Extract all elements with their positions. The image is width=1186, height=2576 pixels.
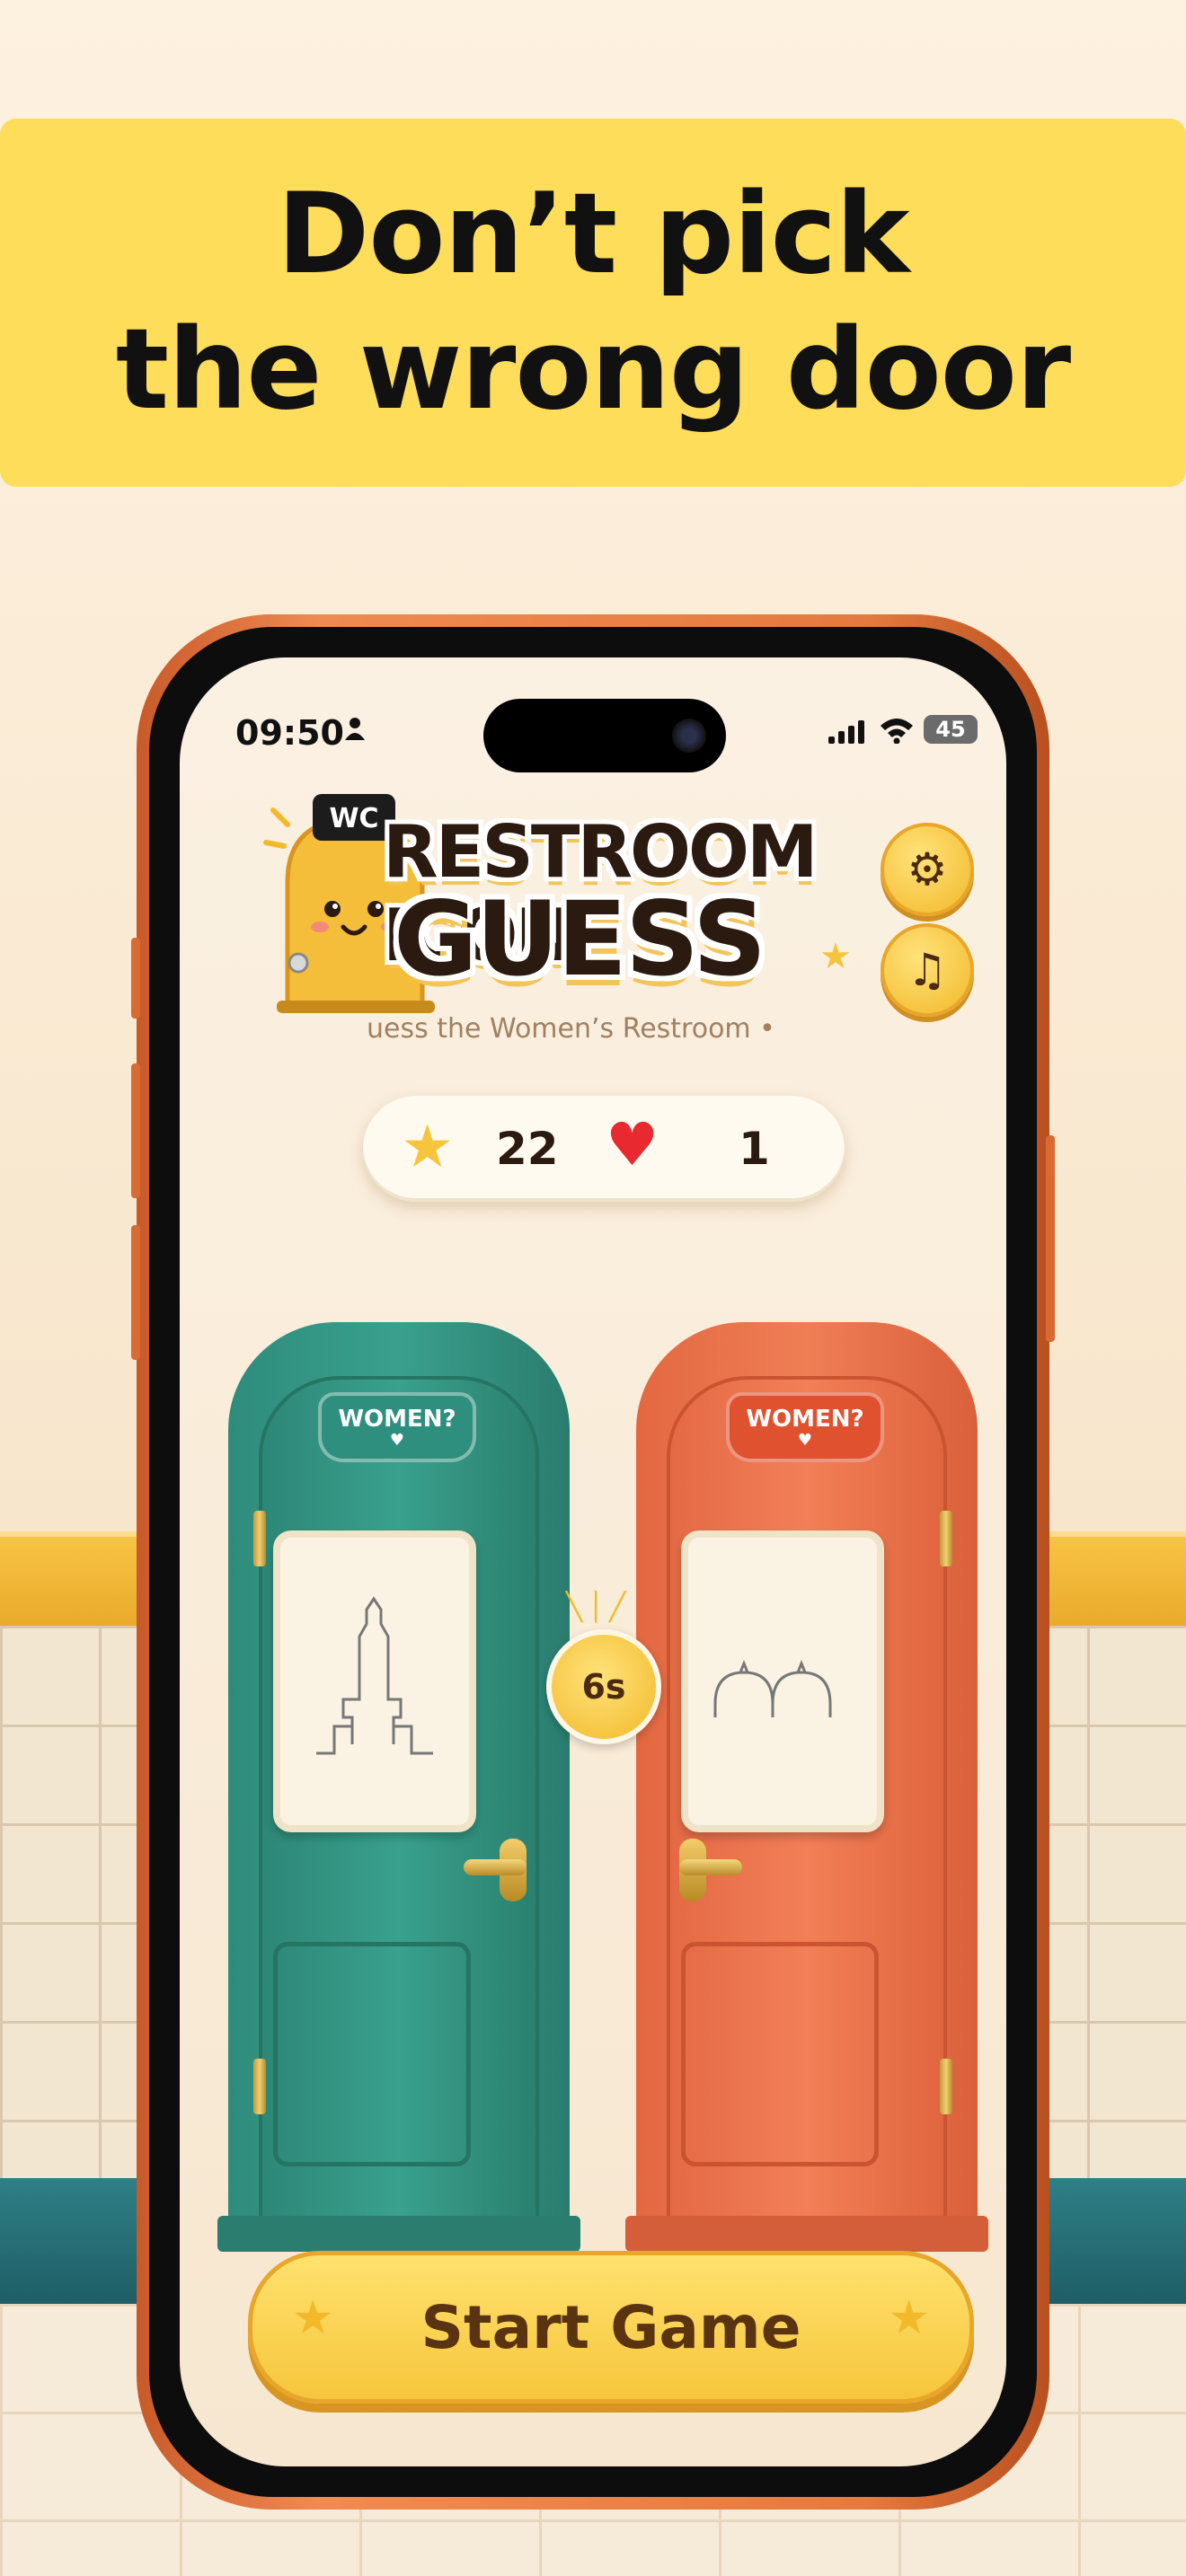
gear-icon: ⚙: [907, 843, 948, 895]
camera-icon: [672, 719, 706, 753]
door-right-handle-bar: [679, 1859, 742, 1875]
door-right-hinge-bottom: [940, 2059, 952, 2114]
timer-rays-icon: ╲│╱: [566, 1592, 632, 1623]
music-note-icon: ♫: [907, 944, 948, 996]
stats-bar: ★ 22 ♥ 1: [363, 1096, 845, 1202]
settings-button[interactable]: ⚙: [881, 823, 974, 916]
status-time: 09:50: [235, 713, 344, 753]
sparkle-star-icon: ★: [819, 936, 852, 977]
start-game-label: Start Game: [420, 2292, 801, 2362]
door-right-base: [625, 2216, 988, 2252]
door-left-hinge-top: [253, 1511, 266, 1566]
door-left[interactable]: WOMEN? ♥: [217, 1322, 580, 2252]
lives-count: 1: [739, 1123, 770, 1175]
tower-outline-icon: [316, 1596, 433, 1755]
door-left-lower-panel: [273, 1942, 471, 2166]
mascot-sign-text: WC: [329, 803, 378, 834]
headline-line-2: the wrong door: [115, 305, 1071, 435]
battery-icon: 45: [924, 715, 978, 744]
door-right-sign: WOMEN? ♥: [726, 1392, 884, 1462]
phone-volume-down: [131, 1225, 140, 1360]
phone-volume-up: [131, 1063, 140, 1198]
door-right-sign-text: WOMEN?: [746, 1406, 864, 1433]
phone-action-button: [131, 938, 140, 1019]
phone-screen: 09:50 45 WC RESTROOM ICON GUESS ★ uess t…: [180, 657, 1006, 2466]
countdown-timer: 6s: [546, 1629, 661, 1744]
star-icon: ★: [888, 2291, 930, 2345]
door-left-icon-window: [273, 1531, 476, 1832]
door-right[interactable]: WOMEN? ♥: [625, 1322, 988, 2252]
door-left-hinge-bottom: [253, 2059, 266, 2114]
stars-count: 22: [496, 1123, 559, 1175]
star-icon: ★: [401, 1112, 455, 1181]
door-right-lower-panel: [681, 1942, 879, 2166]
phone-frame: 09:50 45 WC RESTROOM ICON GUESS ★ uess t…: [131, 614, 1055, 2510]
door-right-sign-heart: ♥: [797, 1431, 813, 1450]
start-game-button[interactable]: ★ Start Game ★: [248, 2251, 974, 2404]
headline-line-1: Don’t pick: [277, 169, 909, 299]
signal-icon: [828, 720, 864, 744]
door-right-hinge-top: [940, 1511, 952, 1566]
app-title-line-2: GUESS: [394, 879, 766, 999]
door-left-sign-heart: ♥: [389, 1431, 405, 1450]
star-icon: ★: [292, 2291, 334, 2345]
headline-banner: Don’t pick the wrong door: [0, 119, 1186, 487]
dynamic-island: [483, 699, 726, 772]
phone-bezel: 09:50 45 WC RESTROOM ICON GUESS ★ uess t…: [149, 627, 1037, 2497]
music-button[interactable]: ♫: [881, 923, 974, 1017]
person-icon: [345, 718, 365, 740]
phone-power-button: [1046, 1135, 1055, 1342]
app-subtitle: uess the Women’s Restroom •: [367, 1013, 775, 1045]
door-left-handle-bar: [464, 1859, 527, 1875]
arches-outline-icon: [713, 1659, 832, 1717]
door-left-base: [217, 2216, 580, 2252]
wifi-icon: [881, 719, 913, 744]
door-left-sign: WOMEN? ♥: [318, 1392, 476, 1462]
heart-icon: ♥: [606, 1110, 659, 1179]
door-right-icon-window: [681, 1531, 884, 1832]
door-left-sign-text: WOMEN?: [338, 1406, 456, 1433]
